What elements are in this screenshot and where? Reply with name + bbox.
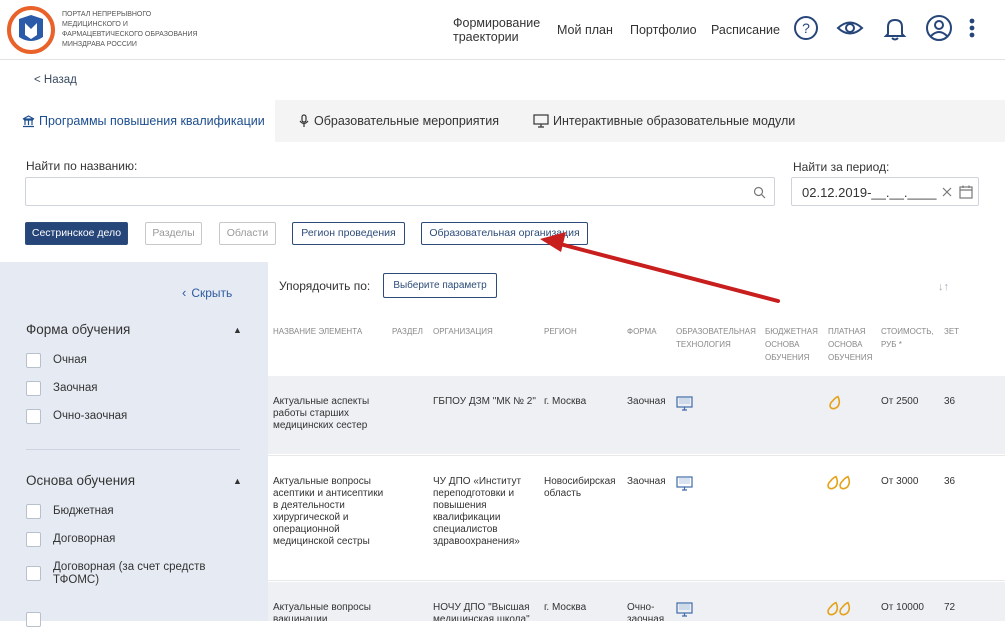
cell-cost: От 2500 [881, 396, 919, 407]
cell-region: г. Москва [544, 602, 587, 613]
filter-sections-button[interactable]: Разделы [145, 222, 202, 245]
hide-sidebar-button[interactable]: ‹ Скрыть [182, 285, 232, 300]
checkbox-label: Очная [53, 354, 87, 366]
checkbox-label: Очно-заочная [53, 410, 128, 422]
money-bags-icon [827, 475, 851, 490]
tab-label: Образовательные мероприятия [314, 114, 500, 128]
tab-programs[interactable]: Программы повышения квалификации [0, 100, 275, 142]
tab-events[interactable]: Образовательные мероприятия [298, 100, 499, 142]
column-header-name: Название элемента [273, 327, 363, 336]
checkbox[interactable] [26, 353, 41, 368]
cell-name[interactable]: Актуальные аспекты работы старших медици… [273, 396, 385, 432]
checkbox[interactable] [26, 532, 41, 547]
cell-form: Заочная [627, 396, 666, 407]
microphone-icon [299, 114, 309, 127]
cell-zet: 36 [944, 476, 956, 487]
logo-text: Портал непрерывного медицинского и фарма… [62, 11, 198, 48]
cell-name[interactable]: Актуальные вопросы вакцинации [273, 602, 385, 621]
collapse-caret-icon[interactable]: ▲ [233, 325, 242, 335]
checkbox-label: Заочная [53, 382, 98, 394]
cell-organization: ЧУ ДПО «Институт переподготовки и повыше… [433, 476, 522, 547]
table-row[interactable]: Актуальные вопросы асептики и антисептик… [268, 455, 1005, 581]
cell-cost: От 3000 [881, 476, 919, 487]
calendar-icon[interactable] [959, 185, 973, 199]
sidebar-divider [26, 449, 240, 450]
period-label: Найти за период: [793, 160, 890, 174]
cell-zet: 72 [944, 602, 956, 613]
filter-organization-button[interactable]: Образовательная организация [421, 222, 588, 245]
cell-region: г. Москва [544, 396, 587, 407]
clear-icon[interactable] [942, 187, 952, 197]
cell-form: Заочная [627, 476, 666, 487]
checkbox-label: Бюджетная [53, 505, 114, 517]
tab-modules[interactable]: Интерактивные образовательные модули [533, 100, 795, 142]
more-icon[interactable] [962, 14, 982, 42]
help-icon[interactable]: ? [792, 14, 820, 42]
sort-order-icon[interactable]: ↓↑ [938, 281, 949, 293]
search-label: Найти по названию: [26, 159, 138, 173]
checkbox[interactable] [26, 612, 41, 627]
column-header-technology: Образовательная технология [676, 327, 756, 349]
monitor-icon [676, 396, 693, 411]
eye-icon[interactable] [836, 14, 864, 42]
column-header-zet: ЗЕТ [944, 327, 960, 336]
table-row[interactable]: Актуальные аспекты работы старших медици… [268, 376, 1005, 454]
tab-label: Интерактивные образовательные модули [553, 114, 796, 128]
search-icon[interactable] [753, 186, 766, 199]
hide-label: Скрыть [191, 286, 233, 300]
filter-specialty-button[interactable]: Сестринское дело [25, 222, 128, 245]
sort-select-button[interactable]: Выберите параметр [383, 273, 497, 298]
portal-logo[interactable] [6, 5, 56, 55]
cell-form: Очно-заочная [627, 602, 665, 621]
money-bags-icon [827, 601, 851, 616]
user-icon[interactable] [925, 14, 953, 42]
checkbox[interactable] [26, 504, 41, 519]
money-bag-icon [829, 395, 841, 410]
collapse-caret-icon[interactable]: ▲ [233, 476, 242, 486]
section-title-form: Форма обучения [26, 322, 131, 337]
cell-organization: ГБПОУ ДЗМ "МК № 2" [433, 396, 536, 407]
back-link[interactable]: < Назад [34, 74, 77, 86]
nav-portfolio[interactable]: Портфолио [630, 23, 697, 37]
table-row[interactable]: Актуальные вопросы вакцинации НОЧУ ДПО "… [268, 582, 1005, 621]
column-header-cost: Стоимость, руб * [881, 327, 934, 349]
nav-trajectory[interactable]: Формирование траектории [453, 16, 543, 44]
cell-organization: НОЧУ ДПО "Высшая медицинская школа" [433, 602, 530, 621]
bell-icon[interactable] [881, 14, 909, 42]
sort-label: Упорядочить по: [279, 279, 371, 293]
checkbox-label: Договорная [53, 533, 116, 545]
monitor-icon [676, 476, 693, 491]
filter-region-button[interactable]: Регион проведения [292, 222, 405, 245]
monitor-icon [676, 602, 693, 617]
column-header-organization: Организация [433, 327, 493, 336]
checkbox[interactable] [26, 409, 41, 424]
column-header-section: Раздел [392, 327, 423, 336]
monitor-icon [533, 114, 549, 128]
tab-bar: Программы повышения квалификации Образов… [0, 100, 1005, 142]
nav-my-plan[interactable]: Мой план [557, 23, 613, 37]
search-input[interactable] [25, 177, 775, 206]
cell-name[interactable]: Актуальные вопросы асептики и антисептик… [273, 476, 385, 548]
cell-region: Новосибирская область [544, 476, 616, 499]
institution-icon [22, 115, 35, 128]
svg-text:?: ? [802, 20, 810, 36]
nav-schedule[interactable]: Расписание [711, 23, 780, 37]
chevron-left-icon: ‹ [182, 285, 187, 300]
tab-label: Программы повышения квалификации [39, 114, 265, 128]
top-header: Портал непрерывного медицинского и фарма… [0, 0, 1005, 60]
checkbox[interactable] [26, 566, 41, 581]
column-header-budget: Бюджетная основа обучения [765, 327, 818, 362]
column-header-region: Регион [544, 327, 577, 336]
period-input[interactable]: 02.12.2019-__.__.____ [791, 177, 979, 206]
checkbox-label: Договорная (за счет средств ТФОМС) [53, 561, 206, 586]
column-header-form: Форма [627, 327, 657, 336]
column-header-paid: Платная основа обучения [828, 327, 873, 362]
filter-areas-button[interactable]: Области [219, 222, 276, 245]
cell-zet: 36 [944, 396, 956, 407]
cell-cost: От 10000 [881, 602, 924, 613]
checkbox[interactable] [26, 381, 41, 396]
section-title-basis: Основа обучения [26, 473, 136, 488]
period-value: 02.12.2019-__.__.____ [802, 185, 937, 200]
